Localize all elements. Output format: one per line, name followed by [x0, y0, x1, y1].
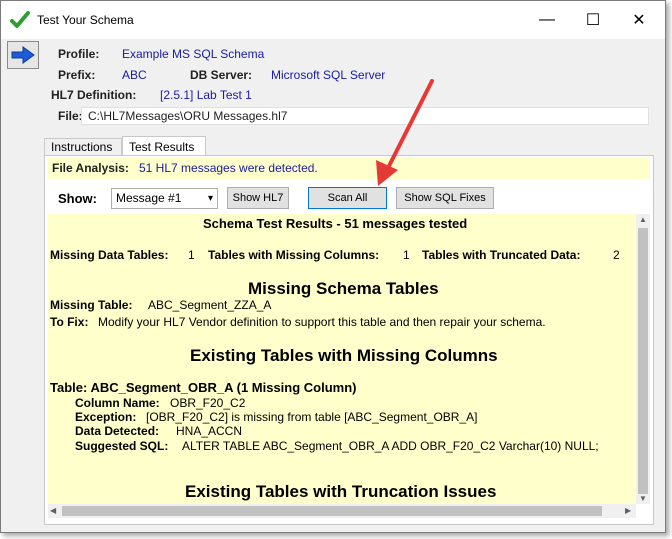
file-label: File: — [58, 109, 83, 123]
scroll-up-icon[interactable]: ▲ — [639, 215, 647, 224]
profile-value: Example MS SQL Schema — [122, 47, 265, 61]
show-label: Show: — [58, 191, 97, 206]
to-fix-value: Modify your HL7 Vendor definition to sup… — [98, 315, 546, 329]
results-pane[interactable]: Schema Test Results - 51 messages tested… — [48, 214, 636, 504]
next-arrow-button[interactable] — [7, 41, 39, 69]
table-obr-line: Table: ABC_Segment_OBR_A (1 Missing Colu… — [50, 380, 357, 395]
missing-schema-heading: Missing Schema Tables — [248, 279, 439, 298]
suggested-sql-value: ALTER TABLE ABC_Segment_OBR_A ADD OBR_F2… — [182, 439, 599, 453]
truncated-data-value: 2 — [613, 248, 620, 262]
test-schema-window: Test Your Schema — ☐ ✕ Profile: Example … — [0, 0, 666, 533]
prefix-label: Prefix: — [58, 68, 96, 82]
show-sql-fixes-button[interactable]: Show SQL Fixes — [396, 187, 494, 209]
file-path-field[interactable]: C:\HL7Messages\ORU Messages.hl7 — [81, 107, 649, 125]
message-select[interactable]: Message #1 ▾ — [111, 188, 218, 209]
results-horizontal-scrollbar[interactable]: ◀ ▶ — [48, 504, 636, 518]
missing-tables-value: 1 — [188, 248, 195, 262]
show-hl7-button[interactable]: Show HL7 — [227, 187, 289, 209]
horizontal-scroll-thumb[interactable] — [62, 506, 602, 516]
missing-tables-label: Missing Data Tables: — [50, 248, 169, 262]
column-name-label: Column Name: — [75, 396, 160, 410]
file-analysis-bar: File Analysis: 51 HL7 messages were dete… — [48, 157, 650, 179]
chevron-down-icon: ▾ — [207, 193, 213, 204]
missing-columns-value: 1 — [403, 248, 410, 262]
data-detected-value: HNA_ACCN — [176, 424, 243, 438]
db-server-label: DB Server: — [190, 68, 253, 82]
vertical-scroll-thumb[interactable] — [638, 228, 648, 494]
window-title: Test Your Schema — [37, 13, 134, 27]
to-fix-label: To Fix: — [50, 315, 89, 329]
tab-test-results[interactable]: Test Results — [122, 136, 206, 156]
file-analysis-value: 51 HL7 messages were detected. — [139, 161, 318, 175]
prefix-value: ABC — [122, 68, 147, 82]
maximize-button[interactable]: ☐ — [570, 1, 616, 39]
truncated-data-label: Tables with Truncated Data: — [422, 248, 581, 262]
hl7-definition-value: [2.5.1] Lab Test 1 — [160, 88, 252, 102]
minimize-button[interactable]: — — [524, 1, 570, 39]
results-header: Schema Test Results - 51 messages tested — [203, 216, 468, 231]
column-name-value: OBR_F20_C2 — [170, 396, 246, 410]
suggested-sql-label: Suggested SQL: — [75, 439, 169, 453]
truncation-heading: Existing Tables with Truncation Issues — [185, 482, 497, 501]
close-button[interactable]: ✕ — [616, 1, 662, 39]
arrow-right-icon — [11, 46, 35, 64]
message-select-value: Message #1 — [116, 191, 182, 205]
scroll-right-icon[interactable]: ▶ — [625, 506, 631, 515]
exception-value: [OBR_F20_C2] is missing from table [ABC_… — [146, 410, 478, 424]
missing-table-label: Missing Table: — [50, 298, 133, 312]
scroll-left-icon[interactable]: ◀ — [50, 506, 56, 515]
missing-table-value: ABC_Segment_ZZA_A — [148, 298, 272, 312]
db-server-value: Microsoft SQL Server — [271, 68, 386, 82]
scroll-down-icon[interactable]: ▼ — [639, 494, 647, 503]
title-bar[interactable]: Test Your Schema — ☐ ✕ — [1, 1, 665, 39]
results-vertical-scrollbar[interactable]: ▲ ▼ — [636, 214, 650, 504]
missing-columns-label: Tables with Missing Columns: — [208, 248, 380, 262]
exception-label: Exception: — [75, 410, 137, 424]
scan-all-button[interactable]: Scan All — [308, 187, 387, 209]
hl7-definition-label: HL7 Definition: — [51, 88, 137, 102]
data-detected-label: Data Detected: — [75, 424, 160, 438]
tab-instructions[interactable]: Instructions — [44, 138, 122, 156]
profile-label: Profile: — [58, 47, 100, 61]
missing-columns-heading: Existing Tables with Missing Columns — [190, 346, 498, 365]
checkmark-icon — [10, 11, 30, 28]
file-analysis-label: File Analysis: — [52, 161, 129, 175]
